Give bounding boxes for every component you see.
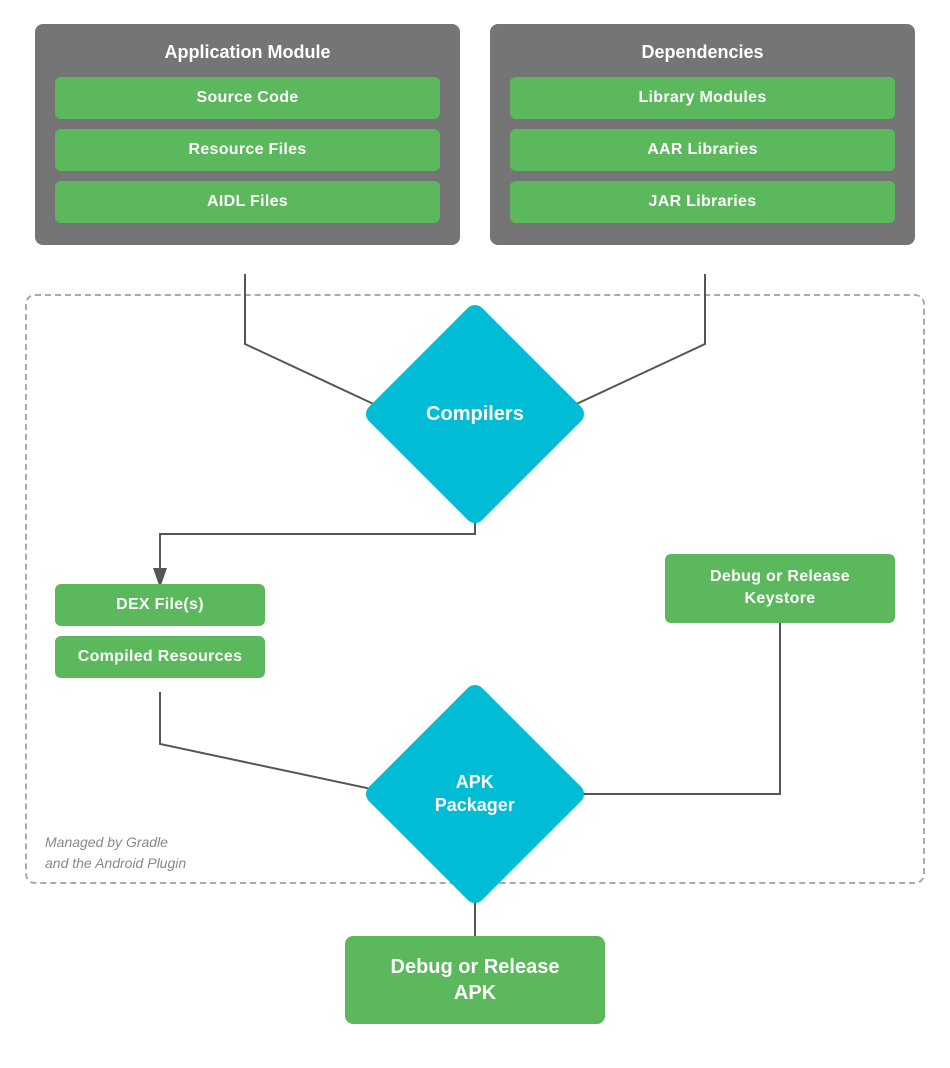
keystore-btn: Debug or ReleaseKeystore (665, 554, 895, 623)
dependencies-box: Dependencies Library Modules AAR Librari… (490, 24, 915, 245)
compilers-diamond: Compilers (362, 301, 588, 527)
top-section: Application Module Source Code Resource … (35, 24, 915, 245)
dependencies-title: Dependencies (510, 42, 895, 63)
app-module-title: Application Module (55, 42, 440, 63)
aidl-files-btn: AIDL Files (55, 181, 440, 223)
library-modules-btn: Library Modules (510, 77, 895, 119)
apk-packager-diamond: APKPackager (362, 681, 588, 907)
apk-packager-label: APKPackager (435, 771, 515, 818)
resource-files-btn: Resource Files (55, 129, 440, 171)
middle-left-group: DEX File(s) Compiled Resources (55, 584, 265, 688)
diagram: Application Module Source Code Resource … (35, 24, 915, 1044)
apk-packager-wrap: APKPackager (395, 714, 555, 874)
compilers-diamond-wrap: Compilers (395, 334, 555, 494)
dex-files-btn: DEX File(s) (55, 584, 265, 626)
gradle-label: Managed by Gradle and the Android Plugin (45, 832, 186, 874)
aar-libraries-btn: AAR Libraries (510, 129, 895, 171)
jar-libraries-btn: JAR Libraries (510, 181, 895, 223)
application-module-box: Application Module Source Code Resource … (35, 24, 460, 245)
compilers-label: Compilers (426, 401, 524, 427)
source-code-btn: Source Code (55, 77, 440, 119)
final-apk-btn: Debug or ReleaseAPK (345, 936, 605, 1024)
compiled-resources-btn: Compiled Resources (55, 636, 265, 678)
middle-right-group: Debug or ReleaseKeystore (665, 554, 895, 633)
